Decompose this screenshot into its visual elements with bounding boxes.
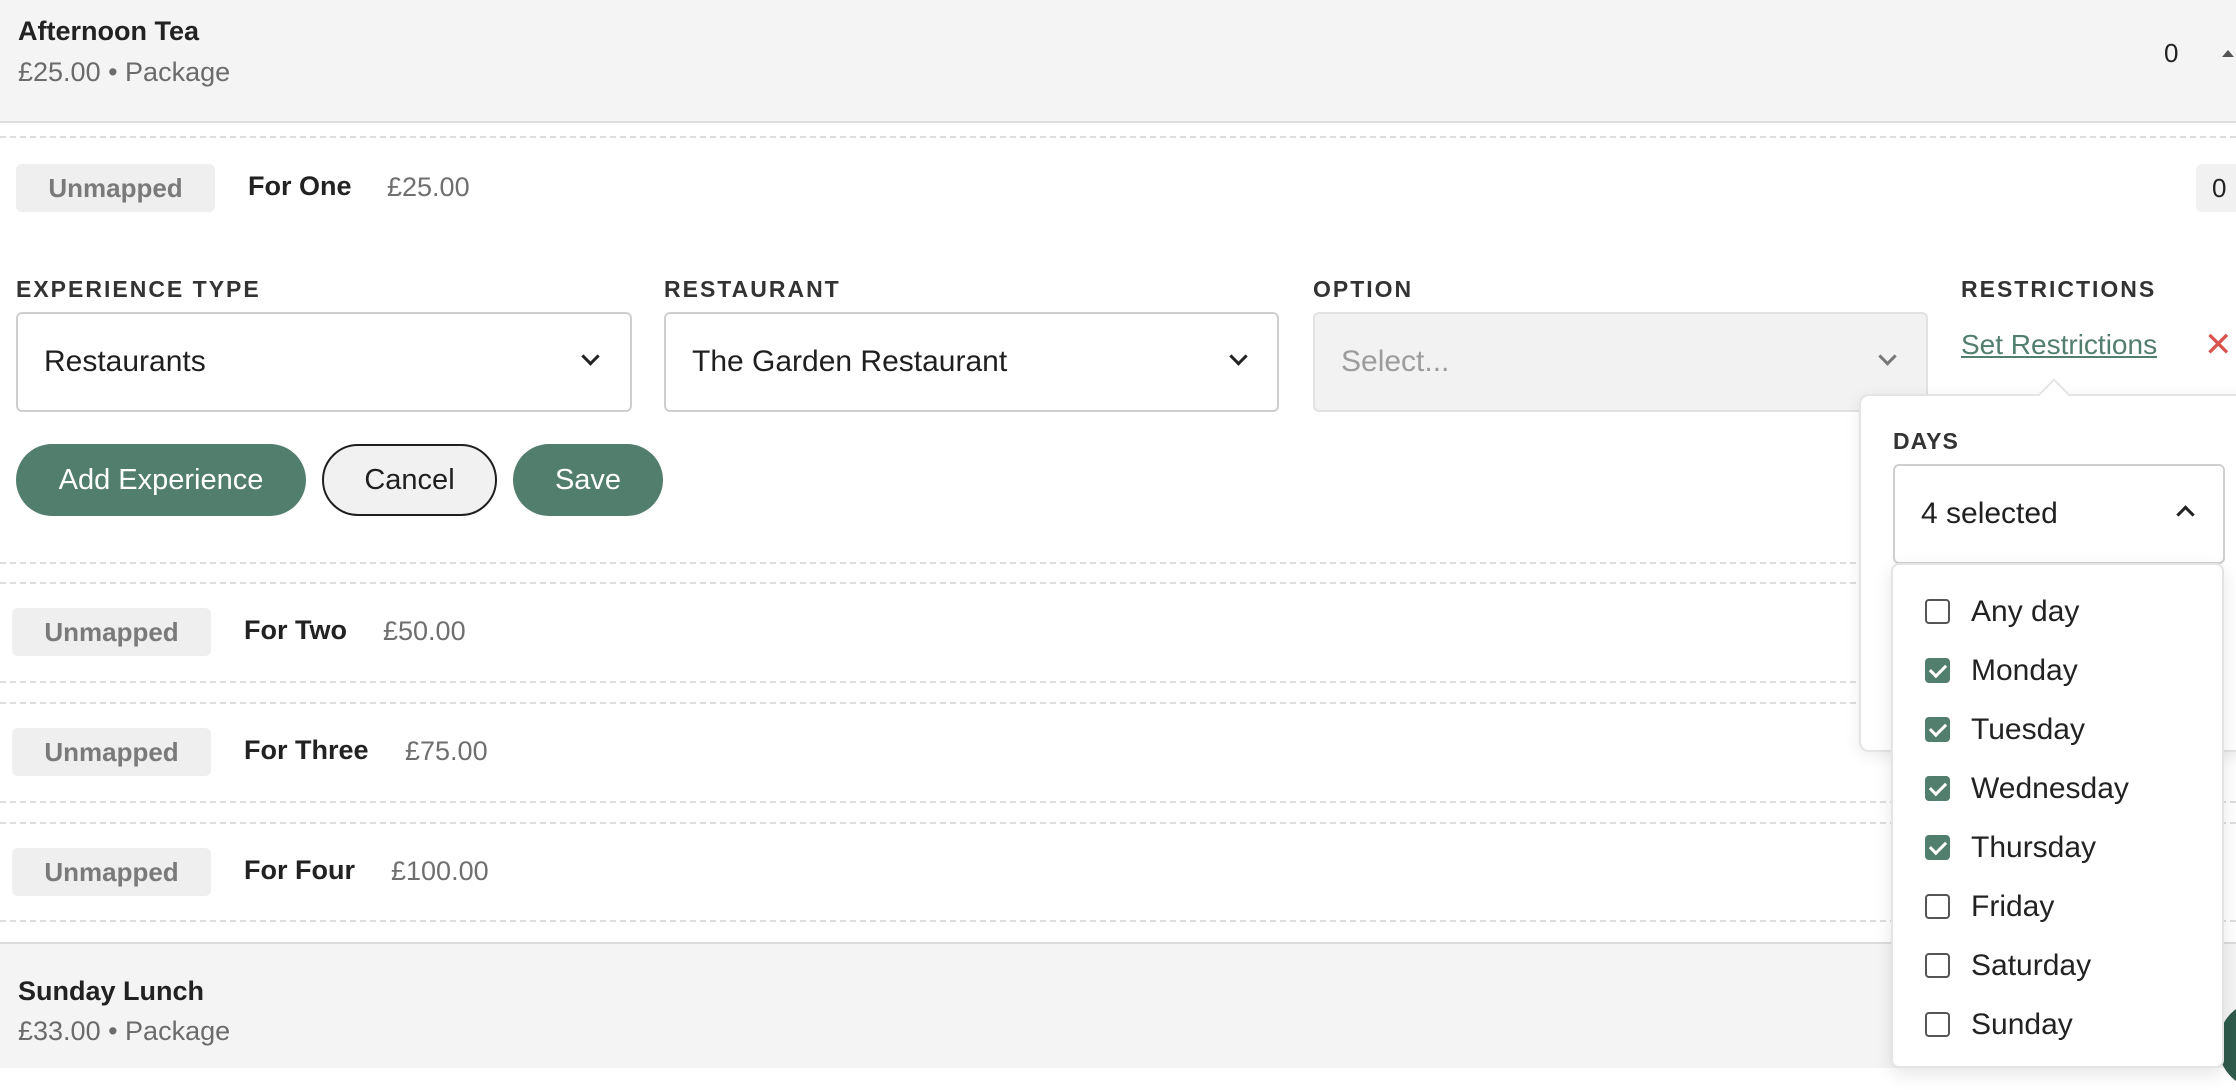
chevron-down-icon (1229, 347, 1248, 366)
mapping-status-badge: Unmapped (12, 608, 211, 656)
day-option-label: Thursday (1971, 830, 2097, 864)
variant-price: £100.00 (391, 856, 489, 886)
days-label: DAYS (1893, 428, 1959, 454)
variant-name: For Three (244, 735, 369, 765)
checkbox[interactable] (1925, 953, 1950, 978)
package-title: Afternoon Tea (18, 16, 199, 46)
restaurant-select[interactable]: The Garden Restaurant (664, 312, 1279, 412)
day-option-label: Tuesday (1971, 712, 2085, 746)
mapping-status-badge: Unmapped (16, 164, 215, 212)
option-placeholder: Select... (1341, 345, 1450, 378)
remove-experience-icon[interactable]: ✕ (2204, 328, 2233, 362)
day-option-friday[interactable]: Friday (1893, 877, 2222, 936)
variant-name: For Four (244, 855, 355, 885)
chevron-down-icon (1878, 347, 1897, 366)
add-experience-button[interactable]: Add Experience (16, 444, 306, 516)
checkbox[interactable] (1925, 658, 1950, 683)
popover-arrow (2038, 378, 2070, 410)
day-option-thursday[interactable]: Thursday (1893, 818, 2222, 877)
package-subtitle: £33.00 • Package (18, 1016, 231, 1046)
day-option-label: Any day (1971, 594, 2080, 628)
option-label: OPTION (1313, 276, 1414, 302)
restrictions-label: RESTRICTIONS (1961, 276, 2157, 302)
checkbox[interactable] (1925, 776, 1950, 801)
cancel-button[interactable]: Cancel (322, 444, 497, 516)
set-restrictions-link[interactable]: Set Restrictions (1961, 329, 2157, 361)
days-dropdown-list: Any day Monday Tuesday Wednesday Thursda… (1891, 563, 2224, 1068)
day-option-label: Friday (1971, 889, 2055, 923)
variant-name: For One (248, 171, 352, 201)
mapping-status-badge: Unmapped (12, 728, 211, 776)
divider (0, 136, 2236, 138)
day-option-monday[interactable]: Monday (1893, 641, 2222, 700)
restaurant-label: RESTAURANT (664, 276, 841, 302)
day-option-label: Saturday (1971, 948, 2092, 982)
day-option-wednesday[interactable]: Wednesday (1893, 759, 2222, 818)
package-title: Sunday Lunch (18, 976, 205, 1006)
package-header-afternoon-tea[interactable]: Afternoon Tea £25.00 • Package 0 (0, 0, 2236, 121)
mapping-status-badge: Unmapped (12, 848, 211, 896)
day-option-saturday[interactable]: Saturday (1893, 936, 2222, 995)
experience-type-label: EXPERIENCE TYPE (16, 276, 261, 302)
day-option-label: Sunday (1971, 1007, 2073, 1041)
variant-price: £75.00 (405, 736, 488, 766)
day-option-sunday[interactable]: Sunday (1893, 995, 2222, 1054)
restaurant-value: The Garden Restaurant (692, 345, 1008, 378)
day-option-tuesday[interactable]: Tuesday (1893, 700, 2222, 759)
day-option-label: Monday (1971, 653, 2078, 687)
save-button[interactable]: Save (513, 444, 663, 516)
variant-price: £50.00 (383, 616, 466, 646)
experience-type-value: Restaurants (44, 345, 206, 378)
checkbox[interactable] (1925, 599, 1950, 624)
option-select[interactable]: Select... (1313, 312, 1928, 412)
chevron-up-icon (2176, 505, 2195, 524)
collapse-caret-icon[interactable] (2222, 50, 2234, 57)
package-count: 0 (2164, 38, 2179, 68)
checkbox[interactable] (1925, 717, 1950, 742)
day-option-label: Wednesday (1971, 771, 2129, 805)
experience-type-select[interactable]: Restaurants (16, 312, 632, 412)
package-subtitle: £25.00 • Package (18, 57, 231, 87)
days-select[interactable]: 4 selected (1893, 464, 2225, 564)
day-option-any-day[interactable]: Any day (1893, 582, 2222, 641)
checkbox[interactable] (1925, 1012, 1950, 1037)
variant-price: £25.00 (387, 172, 470, 202)
chevron-down-icon (581, 347, 600, 366)
checkbox[interactable] (1925, 835, 1950, 860)
days-select-value: 4 selected (1921, 497, 2058, 530)
variant-quantity[interactable]: 0 (2196, 164, 2236, 212)
variant-name: For Two (244, 615, 347, 645)
divider (0, 121, 2236, 123)
checkbox[interactable] (1925, 894, 1950, 919)
